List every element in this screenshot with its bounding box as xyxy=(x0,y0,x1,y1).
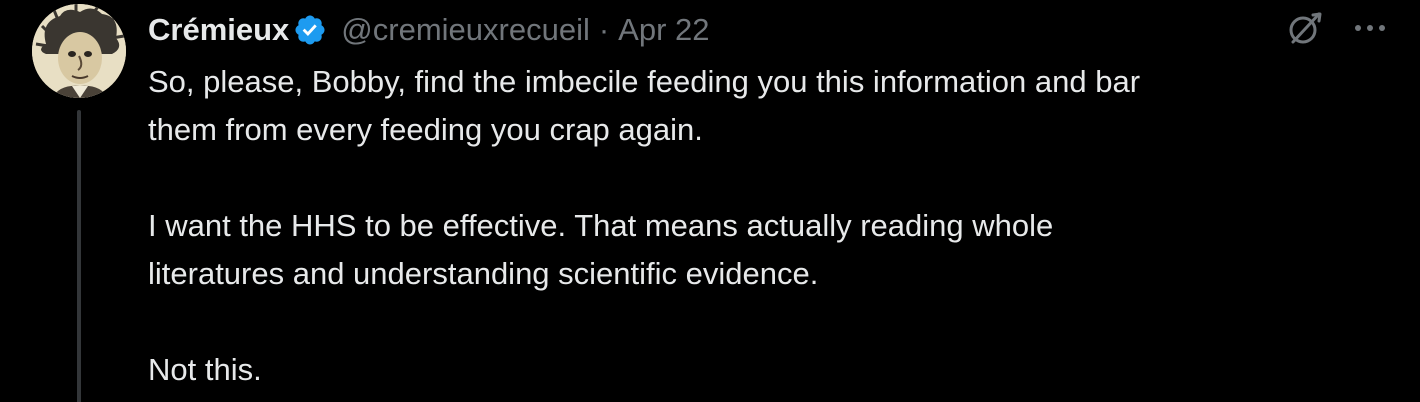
grok-icon[interactable] xyxy=(1282,6,1328,52)
author-display-name[interactable]: Crémieux xyxy=(148,8,289,52)
avatar[interactable] xyxy=(32,4,126,98)
thread-connector-line xyxy=(77,110,81,402)
tweet[interactable]: Crémieux @cremieuxrecueil · Apr 22 So, p… xyxy=(0,0,1420,402)
tweet-header: Crémieux @cremieuxrecueil · Apr 22 xyxy=(148,8,710,52)
tweet-paragraph: Not this. xyxy=(148,352,262,387)
tweet-paragraph: So, please, Bobby, find the imbecile fee… xyxy=(148,64,1141,147)
tweet-date[interactable]: Apr 22 xyxy=(618,8,709,52)
tweet-paragraph: I want the HHS to be effective. That mea… xyxy=(148,208,1054,291)
header-separator: · xyxy=(598,12,610,47)
verified-badge-icon[interactable] xyxy=(293,13,327,47)
tweet-text: So, please, Bobby, find the imbecile fee… xyxy=(148,58,1388,394)
more-options-icon[interactable] xyxy=(1350,8,1390,48)
avatar-caricature-image xyxy=(32,4,126,98)
author-handle[interactable]: @cremieuxrecueil xyxy=(341,8,590,52)
